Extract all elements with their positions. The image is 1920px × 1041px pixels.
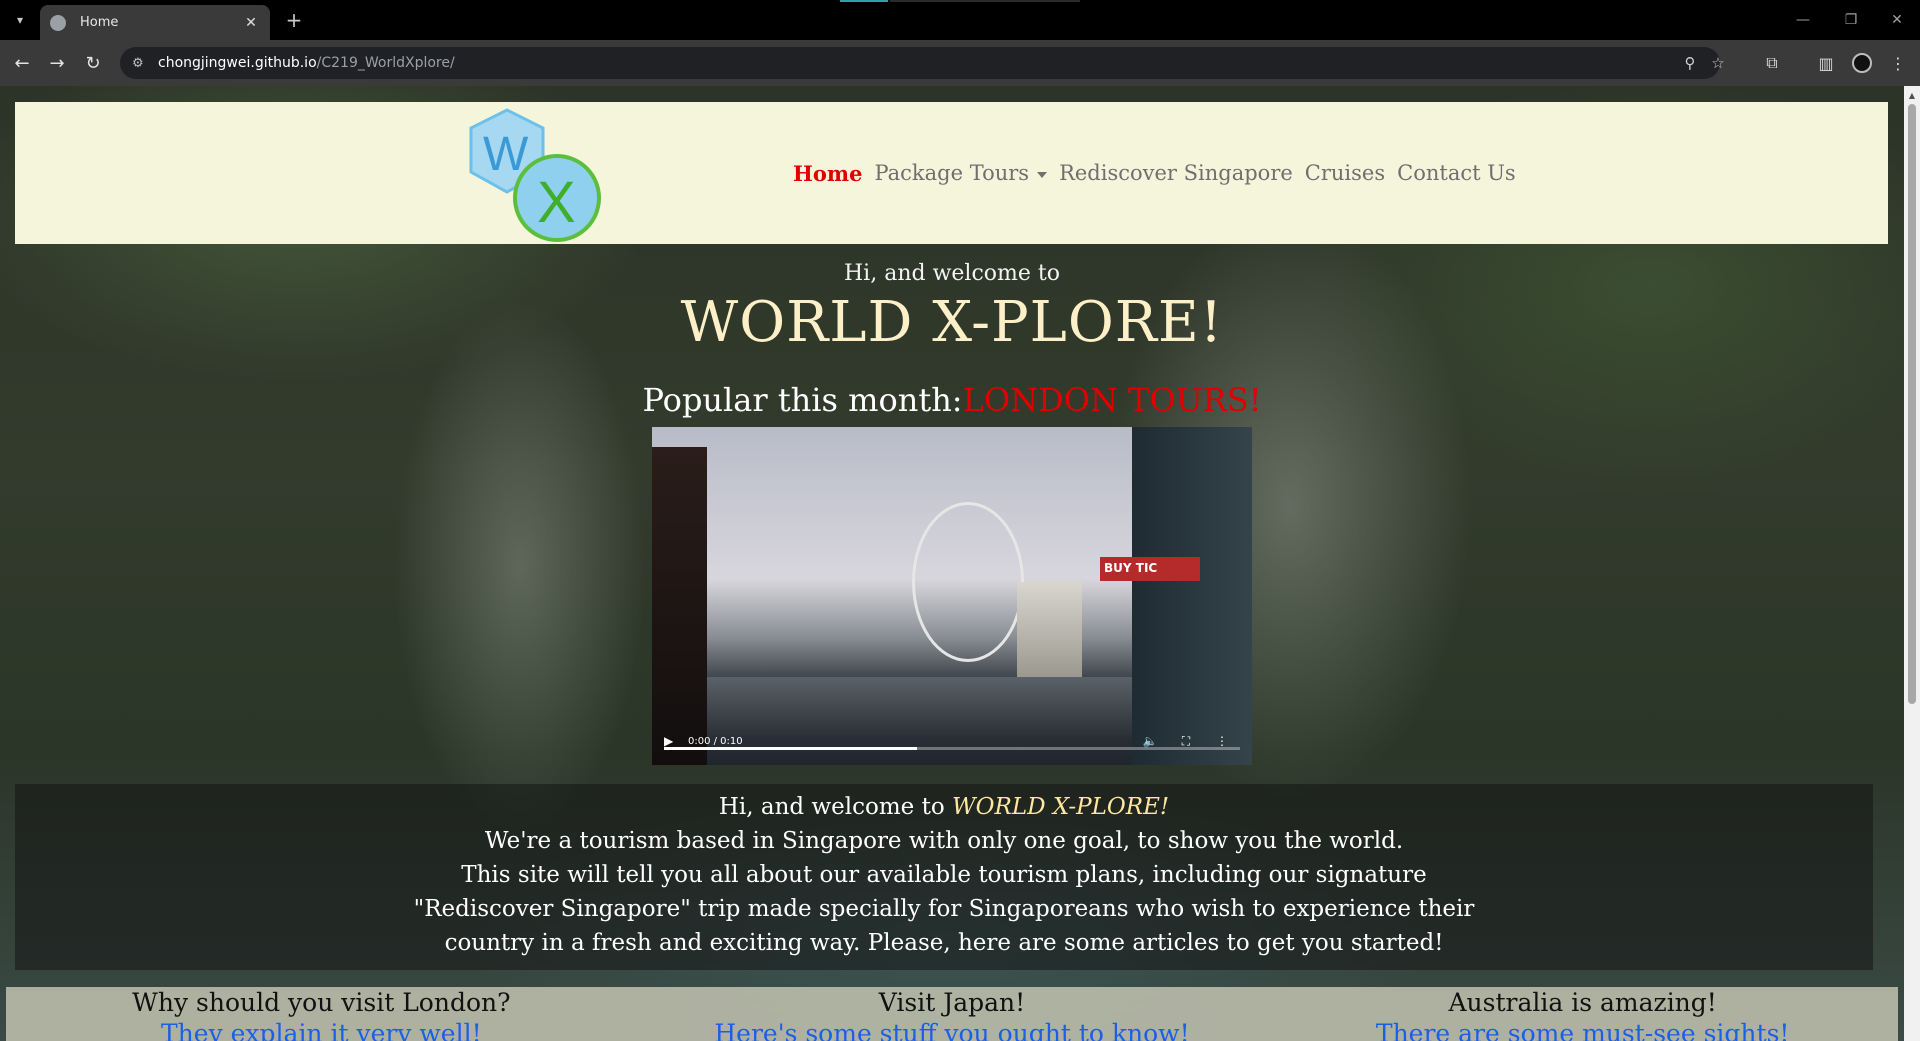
article-london: Why should you visit London? They explai…	[6, 987, 637, 1041]
video-progress-bar[interactable]	[664, 747, 1240, 750]
articles-row: Why should you visit London? They explai…	[6, 987, 1898, 1041]
site-info-icon[interactable]: ⚙	[132, 56, 152, 71]
volume-icon[interactable]: 🔈	[1132, 734, 1168, 748]
intro-line-2: We're a tourism based in Singapore with …	[484, 828, 1404, 854]
reload-icon[interactable]: ↻	[81, 51, 105, 75]
intro-panel: Hi, and welcome to WORLD X-PLORE! We're …	[15, 784, 1873, 970]
new-tab-button[interactable]: +	[282, 8, 306, 32]
window-accent-2	[890, 0, 1080, 2]
intro-prefix: Hi, and welcome to	[718, 794, 952, 820]
svg-text:X: X	[537, 170, 576, 235]
tab-title: Home	[80, 15, 119, 30]
bookmark-star-icon[interactable]: ☆	[1708, 53, 1728, 73]
hero-greeting: Hi, and welcome to	[844, 261, 1060, 286]
url-path: /C219_WorldXplore/	[316, 55, 455, 71]
intro-line-4: "Rediscover Singapore" trip made special…	[413, 896, 1475, 922]
article-link[interactable]: Here's some stuff you ought to know!	[714, 1019, 1189, 1041]
site-navbar: W X Home Package Tours Rediscover Singap…	[15, 102, 1888, 244]
close-icon[interactable]: ✕	[242, 15, 260, 31]
video-ferris-wheel	[912, 502, 1024, 662]
zoom-icon[interactable]: ⚲	[1680, 53, 1700, 73]
play-icon[interactable]: ▶	[664, 734, 680, 748]
hero-title: WORLD X-PLORE!	[680, 290, 1224, 355]
scrollbar-thumb[interactable]	[1908, 104, 1916, 704]
popular-prefix: Popular this month:	[642, 381, 963, 419]
video-sign: BUY TIC	[1100, 557, 1200, 581]
video-more-icon[interactable]: ⋮	[1204, 734, 1240, 748]
video-time: 0:00 / 0:10	[688, 735, 743, 747]
menu-kebab-icon[interactable]: ⋮	[1886, 51, 1910, 75]
tab-strip: ▾ Home ✕ + — ❐ ✕	[0, 0, 1920, 40]
article-title: Visit Japan!	[878, 988, 1026, 1017]
intro-line-3: This site will tell you all about our av…	[461, 862, 1427, 888]
nav-contact-us[interactable]: Contact Us	[1397, 161, 1516, 185]
video-right-structure	[1132, 427, 1252, 765]
article-title: Why should you visit London?	[132, 988, 511, 1017]
video-building	[1017, 582, 1082, 677]
london-video[interactable]: BUY TIC ▶ 0:00 / 0:10 🔈 ⛶ ⋮	[652, 427, 1252, 765]
video-progress-fill	[664, 747, 918, 750]
browser-toolbar: ← → ↻ ⚙ chongjingwei.github.io/C219_Worl…	[0, 40, 1920, 86]
nav-cruises[interactable]: Cruises	[1305, 161, 1385, 185]
nav-rediscover-singapore[interactable]: Rediscover Singapore	[1059, 161, 1293, 185]
intro-line-1: Hi, and welcome to WORLD X-PLORE!	[15, 790, 1873, 824]
forward-icon[interactable]: →	[45, 51, 69, 75]
popular-highlight: LONDON TOURS!	[962, 381, 1262, 419]
address-bar[interactable]: ⚙ chongjingwei.github.io/C219_WorldXplor…	[120, 47, 1725, 79]
article-link[interactable]: They explain it very well!	[161, 1019, 482, 1041]
page-viewport: W X Home Package Tours Rediscover Singap…	[0, 86, 1904, 1041]
nav-package-tours-label: Package Tours	[874, 161, 1030, 185]
nav-links: Home Package Tours Rediscover Singapore …	[793, 102, 1516, 244]
tab-search-icon[interactable]: ▾	[8, 8, 32, 32]
profile-avatar[interactable]	[1852, 53, 1872, 73]
popular-heading: Popular this month:LONDON TOURS!	[0, 381, 1904, 419]
article-japan: Visit Japan! Here's some stuff you ought…	[637, 987, 1268, 1041]
minimize-icon[interactable]: —	[1788, 8, 1818, 32]
tab-home[interactable]: Home ✕	[40, 5, 270, 40]
window-close-icon[interactable]: ✕	[1882, 8, 1912, 32]
intro-line-5: country in a fresh and exciting way. Ple…	[444, 930, 1444, 956]
article-title: Australia is amazing!	[1448, 988, 1717, 1017]
restore-icon[interactable]: ❐	[1836, 8, 1866, 32]
intro-brand: WORLD X-PLORE!	[952, 794, 1170, 820]
nav-package-tours[interactable]: Package Tours	[874, 161, 1048, 185]
scroll-up-icon[interactable]: ▲	[1904, 88, 1920, 102]
globe-icon	[50, 14, 66, 31]
back-icon[interactable]: ←	[10, 51, 34, 75]
article-link[interactable]: There are some must-see sights!	[1376, 1019, 1790, 1041]
video-controls: ▶ 0:00 / 0:10 🔈 ⛶ ⋮	[652, 717, 1252, 765]
window-accent	[840, 0, 888, 2]
side-panel-icon[interactable]: ▥	[1814, 51, 1838, 75]
url-host: chongjingwei.github.io	[158, 55, 317, 71]
worldxplore-logo[interactable]: W X	[465, 106, 605, 242]
nav-home[interactable]: Home	[793, 161, 862, 186]
extensions-icon[interactable]: ⧉	[1760, 51, 1784, 75]
article-australia: Australia is amazing! There are some mus…	[1267, 987, 1898, 1041]
chevron-down-icon	[1037, 171, 1048, 178]
